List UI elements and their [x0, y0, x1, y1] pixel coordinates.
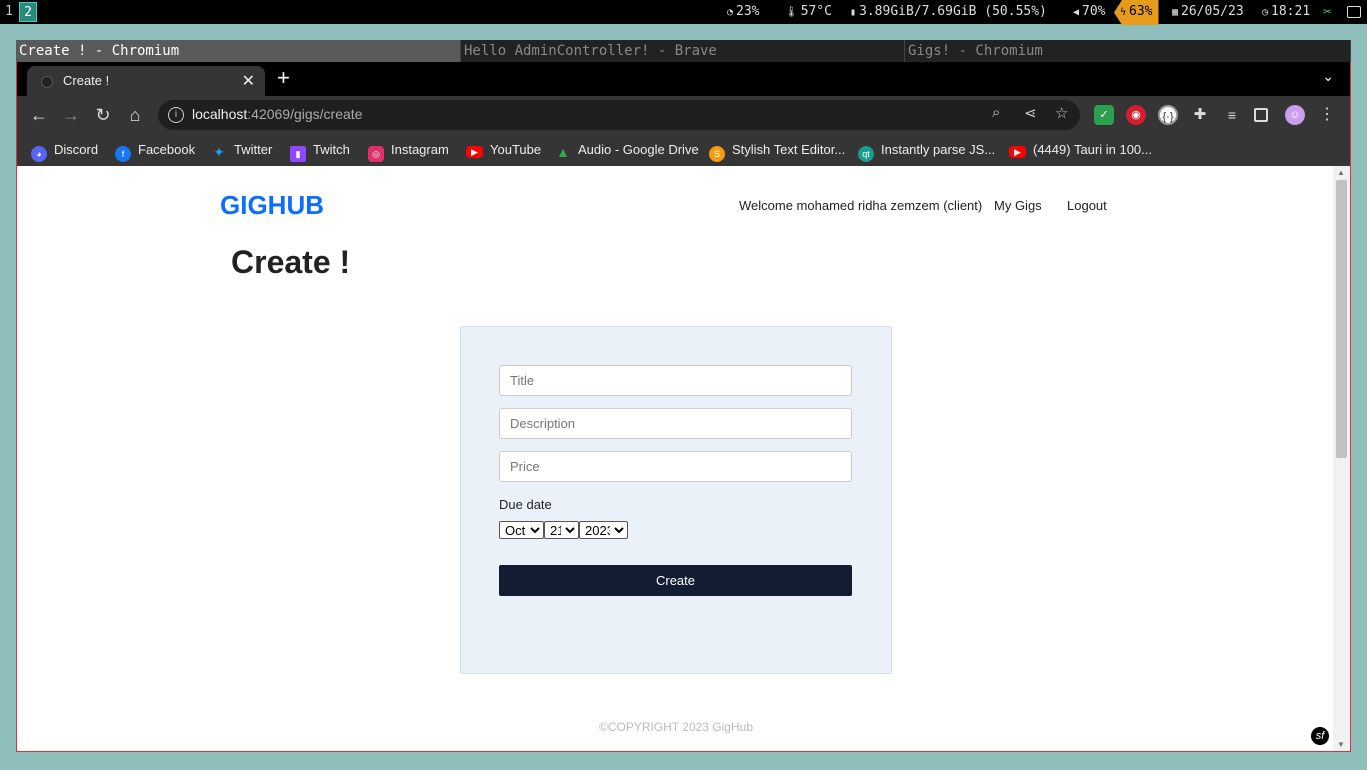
extensions-puzzle-icon[interactable]: ✚	[1190, 105, 1210, 125]
bookmark-discord[interactable]: ◕ Discord	[31, 140, 98, 162]
memory-icon: ▮	[850, 7, 857, 18]
profile-avatar[interactable]: ☺	[1285, 105, 1305, 125]
date-status: ▦ 26/05/23	[1172, 4, 1244, 19]
web-page: GIGHUB Welcome mohamed ridha zemzem (cli…	[17, 166, 1335, 751]
google-drive-icon: ▲	[556, 144, 570, 160]
due-year-select[interactable]: 2023	[579, 521, 628, 539]
browser-window: Create ! ✕ + ⌄ ← → ↻ ⌂ i localhost:42069…	[16, 62, 1351, 752]
nav-my-gigs-link[interactable]: My Gigs	[994, 198, 1042, 213]
menu-kebab-icon[interactable]: ⋮	[1317, 105, 1337, 125]
instagram-icon: ◎	[368, 146, 384, 162]
cpu-icon: ◔	[727, 7, 734, 18]
temperature-status: 🌡 57°C	[785, 4, 833, 19]
bookmark-twitter[interactable]: ✦ Twitter	[211, 140, 272, 160]
address-bar[interactable]: i localhost:42069/gigs/create ⌕ ⋖ ☆	[158, 100, 1080, 130]
browser-tab-active[interactable]: Create ! ✕	[27, 66, 265, 96]
clock-icon: ◷	[1262, 7, 1269, 18]
system-status-bar: 1 2 ◔ 23% 🌡 57°C ▮ 3.89GiB/7.69GiB (50.55%)…	[0, 0, 1367, 25]
browser-toolbar: ← → ↻ ⌂ i localhost:42069/gigs/create ⌕ …	[17, 96, 1350, 134]
bookmarks-bar: ◕ Discord f Facebook ✦ Twitter ▮ Twitch ◎ Ins…	[17, 134, 1350, 166]
red-extension-icon[interactable]: ◉	[1126, 105, 1146, 125]
discord-icon: ◕	[31, 146, 47, 162]
welcome-text: Welcome mohamed ridha zemzem (client)	[739, 198, 983, 213]
wm-tab-chromium-gigs[interactable]: Gigs! - Chromium	[905, 40, 1351, 62]
price-input[interactable]	[499, 451, 852, 482]
workspace-1-button[interactable]: 1	[0, 2, 18, 22]
speaker-icon: ◀	[1073, 7, 1080, 18]
bookmark-stylish-text[interactable]: S Stylish Text Editor...	[709, 140, 845, 162]
zoom-icon[interactable]: ⌕	[992, 104, 1000, 121]
share-icon[interactable]: ⋖	[1024, 104, 1037, 122]
back-arrow-icon[interactable]: ←	[28, 104, 50, 126]
battery-charging-icon: ϟ	[1120, 7, 1127, 18]
bookmark-youtube[interactable]: ▶ YouTube	[466, 140, 541, 160]
cpu-status: ◔ 23%	[727, 4, 760, 19]
calendar-icon: ▦	[1172, 7, 1179, 18]
thermometer-icon: 🌡	[785, 7, 798, 18]
quicktype-icon: qt	[858, 146, 874, 162]
due-date-label: Due date	[499, 497, 552, 512]
youtube-icon: ▶	[1009, 146, 1026, 158]
bookmark-twitch[interactable]: ▮ Twitch	[290, 140, 350, 162]
memory-status: ▮ 3.89GiB/7.69GiB (50.55%)	[850, 4, 1047, 19]
facebook-icon: f	[115, 146, 131, 162]
create-gig-form: Due date Oct 21 2023 Create	[460, 326, 892, 674]
wm-tab-brave-admin[interactable]: Hello AdminController! - Brave	[461, 40, 905, 62]
clock-status: ◷ 18:21	[1262, 4, 1311, 19]
due-day-select[interactable]: 21	[544, 521, 579, 539]
home-icon[interactable]: ⌂	[124, 104, 146, 126]
new-tab-icon[interactable]: +	[277, 65, 290, 91]
bookmark-facebook[interactable]: f Facebook	[115, 140, 195, 162]
nav-logout-link[interactable]: Logout	[1067, 198, 1107, 213]
description-input[interactable]	[499, 408, 852, 439]
site-info-icon[interactable]: i	[168, 107, 184, 123]
tab-search-chevron-icon[interactable]: ⌄	[1322, 68, 1334, 85]
twitch-icon: ▮	[290, 146, 306, 162]
tray-window-icon[interactable]	[1347, 6, 1361, 18]
bookmark-instagram[interactable]: ◎ Instagram	[368, 140, 449, 162]
site-logo[interactable]: GIGHUB	[220, 190, 324, 221]
page-title: Create !	[231, 244, 351, 280]
volume-status[interactable]: ◀ 70%	[1073, 0, 1106, 25]
title-input[interactable]	[499, 365, 852, 396]
create-button[interactable]: Create	[499, 565, 852, 596]
symfony-toolbar-icon[interactable]: sf	[1311, 727, 1329, 745]
tab-strip: Create ! ✕ + ⌄	[17, 62, 1350, 96]
reload-icon[interactable]: ↻	[92, 104, 114, 126]
reading-list-icon[interactable]: ≡	[1222, 105, 1242, 125]
wm-tab-chromium-create[interactable]: Create ! - Chromium	[16, 40, 461, 62]
dev-extension-icon[interactable]: {·}	[1158, 105, 1178, 125]
adblock-extension-icon[interactable]: ✓	[1094, 105, 1114, 125]
bookmark-parse-js[interactable]: qt Instantly parse JS...	[858, 140, 995, 162]
scroll-down-arrow-icon[interactable]: ▼	[1337, 740, 1345, 749]
forward-arrow-icon[interactable]: →	[60, 104, 82, 126]
twitter-icon: ✦	[213, 144, 225, 160]
window-manager-tabs: Create ! - Chromium Hello AdminControlle…	[16, 40, 1351, 62]
workspace-2-button[interactable]: 2	[19, 2, 37, 22]
bookmark-star-icon[interactable]: ☆	[1055, 104, 1068, 122]
youtube-icon: ▶	[466, 146, 483, 158]
due-month-select[interactable]: Oct	[499, 521, 544, 539]
side-panel-icon[interactable]	[1254, 108, 1268, 122]
scroll-up-arrow-icon[interactable]: ▲	[1337, 168, 1345, 177]
bookmark-tauri-video[interactable]: ▶ (4449) Tauri in 100...	[1009, 140, 1152, 160]
close-tab-icon[interactable]: ✕	[242, 71, 255, 91]
footer-copyright: ©COPYRIGHT 2023 GigHub	[598, 720, 753, 734]
bookmark-google-drive[interactable]: ▲ Audio - Google Drive	[555, 140, 699, 160]
battery-status: ϟ 63%	[1114, 0, 1159, 25]
tab-favicon-icon	[41, 76, 53, 88]
url-text[interactable]: localhost:42069/gigs/create	[192, 106, 362, 122]
tab-title: Create !	[63, 73, 110, 88]
scrollbar-thumb[interactable]	[1336, 180, 1347, 458]
tray-scissors-icon[interactable]: ✂	[1323, 4, 1339, 20]
page-scrollbar[interactable]: ▲ ▼	[1333, 166, 1350, 751]
stylish-text-icon: S	[709, 146, 725, 162]
